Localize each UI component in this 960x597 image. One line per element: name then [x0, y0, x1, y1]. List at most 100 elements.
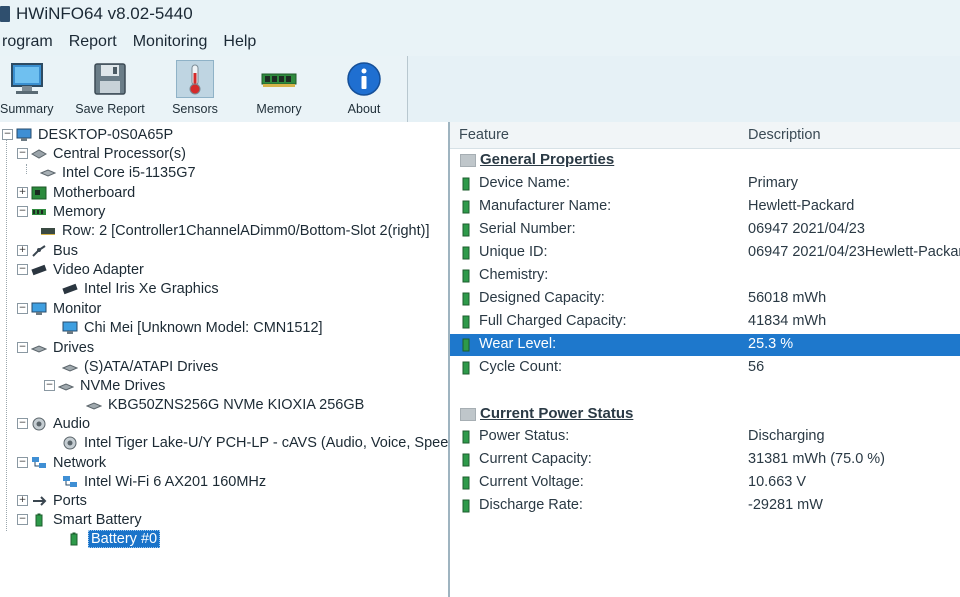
feature-name: Serial Number: [479, 221, 576, 237]
property-row[interactable]: Designed Capacity: 56018 mWh [450, 288, 960, 310]
battery-icon [70, 532, 78, 545]
cpu-icon [31, 148, 47, 159]
feature-column-header[interactable]: Feature [459, 127, 509, 143]
network-icon [32, 456, 46, 468]
tree-node-nvme-drives[interactable]: − NVMe Drives [44, 376, 165, 395]
info-icon [345, 60, 383, 98]
property-row[interactable]: Chemistry: [450, 265, 960, 287]
network-icon [63, 475, 77, 487]
property-row[interactable]: Cycle Count: 56 [450, 357, 960, 379]
menu-help[interactable]: Help [215, 33, 264, 51]
expand-icon[interactable]: + [17, 495, 28, 506]
menu-report[interactable]: Report [61, 33, 125, 51]
tree-label: Smart Battery [53, 511, 142, 528]
expand-icon[interactable]: + [17, 187, 28, 198]
tree-label: Ports [53, 492, 87, 509]
tree-node-sata-drives[interactable]: (S)ATA/ATAPI Drives [62, 357, 218, 376]
tree-node-bus[interactable]: + Bus [17, 241, 78, 260]
tree-node-wifi-adapter[interactable]: Intel Wi-Fi 6 AX201 160MHz [62, 472, 266, 491]
save-report-button[interactable]: Save Report [74, 60, 146, 120]
section-title: General Properties [480, 151, 615, 168]
battery-icon [462, 314, 470, 329]
collapse-icon[interactable]: − [17, 342, 28, 353]
property-row[interactable]: Unique ID: 06947 2021/04/23Hewlett-Packa… [450, 242, 960, 264]
tree-node-motherboard[interactable]: + Motherboard [17, 183, 135, 202]
memory-label: Memory [256, 102, 302, 116]
tree-node-nvme-model[interactable]: KBG50ZNS256G NVMe KIOXIA 256GB [86, 395, 364, 414]
collapse-icon[interactable]: − [44, 380, 55, 391]
summary-label: Summary [0, 102, 54, 116]
tree-label: Bus [53, 242, 78, 259]
feature-name: Manufacturer Name: [479, 198, 612, 214]
property-row[interactable]: Current Voltage: 10.663 V [450, 472, 960, 494]
property-row-selected[interactable]: Wear Level: 25.3 % [450, 334, 960, 356]
tree-label: DESKTOP-0S0A65P [38, 126, 174, 143]
property-row[interactable]: Manufacturer Name: Hewlett-Packard [450, 196, 960, 218]
feature-name: Designed Capacity: [479, 290, 605, 306]
feature-value: 25.3 % [748, 336, 794, 352]
tree-node-battery-0[interactable]: Battery #0 [66, 529, 161, 548]
battery-icon [462, 245, 470, 260]
section-general-properties: General Properties [450, 149, 960, 171]
device-tree[interactable]: − DESKTOP-0S0A65P − Central Processor(s)… [0, 122, 450, 597]
tree-node-computer[interactable]: − DESKTOP-0S0A65P [2, 125, 173, 144]
property-row[interactable]: Discharge Rate: -29281 mW [450, 495, 960, 517]
tree-node-ports[interactable]: + Ports [17, 491, 87, 510]
tree-label: Row: 2 [Controller1ChannelADimm0/Bottom-… [62, 222, 430, 239]
battery-icon [462, 360, 470, 375]
collapse-icon[interactable]: − [17, 206, 28, 217]
feature-name: Current Voltage: [479, 474, 584, 490]
tree-node-cpu-model[interactable]: Intel Core i5-1135G7 [40, 163, 196, 182]
tree-label: Chi Mei [Unknown Model: CMN1512] [84, 319, 323, 336]
cpu-chip-icon [40, 168, 56, 177]
description-column-header[interactable]: Description [748, 127, 821, 143]
summary-button[interactable]: Summary [0, 60, 54, 120]
tree-guide [6, 136, 7, 531]
feature-value: 06947 2021/04/23 [748, 221, 865, 237]
tree-label: Monitor [53, 300, 102, 317]
property-row[interactable]: Current Capacity: 31381 mWh (75.0 %) [450, 449, 960, 471]
tree-node-memory-row[interactable]: Row: 2 [Controller1ChannelADimm0/Bottom-… [40, 221, 429, 240]
collapse-icon[interactable]: − [17, 457, 28, 468]
tree-node-video-adapter[interactable]: − Video Adapter [17, 260, 144, 279]
section-title: Current Power Status [480, 405, 634, 422]
feature-value: Hewlett-Packard [748, 198, 855, 214]
tree-node-audio[interactable]: − Audio [17, 414, 90, 433]
feature-value: 06947 2021/04/23Hewlett-Packard [748, 244, 960, 260]
collapse-icon[interactable]: − [17, 418, 28, 429]
menu-monitoring[interactable]: Monitoring [125, 33, 216, 51]
property-row[interactable]: Power Status: Discharging [450, 426, 960, 448]
memory-button[interactable]: Memory [252, 60, 306, 120]
property-row[interactable]: Full Charged Capacity: 41834 mWh [450, 311, 960, 333]
collapse-icon[interactable]: − [17, 264, 28, 275]
property-row[interactable]: Serial Number: 06947 2021/04/23 [450, 219, 960, 241]
section-icon [460, 408, 476, 421]
about-button[interactable]: About [338, 60, 390, 120]
tree-label: Intel Tiger Lake-U/Y PCH-LP - cAVS (Audi… [84, 434, 450, 451]
tree-node-cpu[interactable]: − Central Processor(s) [17, 144, 186, 163]
collapse-icon[interactable]: − [17, 514, 28, 525]
tree-node-gpu-model[interactable]: Intel Iris Xe Graphics [62, 279, 219, 298]
collapse-icon[interactable]: − [17, 303, 28, 314]
sensors-button[interactable]: Sensors [168, 60, 222, 120]
tree-label: Drives [53, 339, 95, 356]
expand-icon[interactable]: + [17, 245, 28, 256]
title-bar: HWiNFO64 v8.02-5440 [0, 0, 960, 28]
tree-node-audio-device[interactable]: Intel Tiger Lake-U/Y PCH-LP - cAVS (Audi… [62, 433, 450, 452]
feature-name: Cycle Count: [479, 359, 563, 375]
property-row[interactable]: Device Name: Primary [450, 173, 960, 195]
tree-node-monitor-model[interactable]: Chi Mei [Unknown Model: CMN1512] [62, 318, 323, 337]
feature-name: Current Capacity: [479, 451, 592, 467]
collapse-icon[interactable]: − [17, 148, 28, 159]
tree-node-monitor[interactable]: − Monitor [17, 299, 101, 318]
tree-node-smart-battery[interactable]: − Smart Battery [17, 510, 142, 529]
thermometer-icon [176, 60, 214, 98]
tree-node-network[interactable]: − Network [17, 453, 106, 472]
collapse-icon[interactable]: − [2, 129, 13, 140]
tree-node-drives[interactable]: − Drives [17, 338, 94, 357]
menu-program[interactable]: rogram [0, 33, 61, 51]
feature-name: Chemistry: [479, 267, 549, 283]
speaker-icon [32, 417, 46, 430]
tree-node-memory[interactable]: − Memory [17, 202, 105, 221]
details-pane[interactable]: Feature Description General Properties D… [450, 122, 960, 597]
